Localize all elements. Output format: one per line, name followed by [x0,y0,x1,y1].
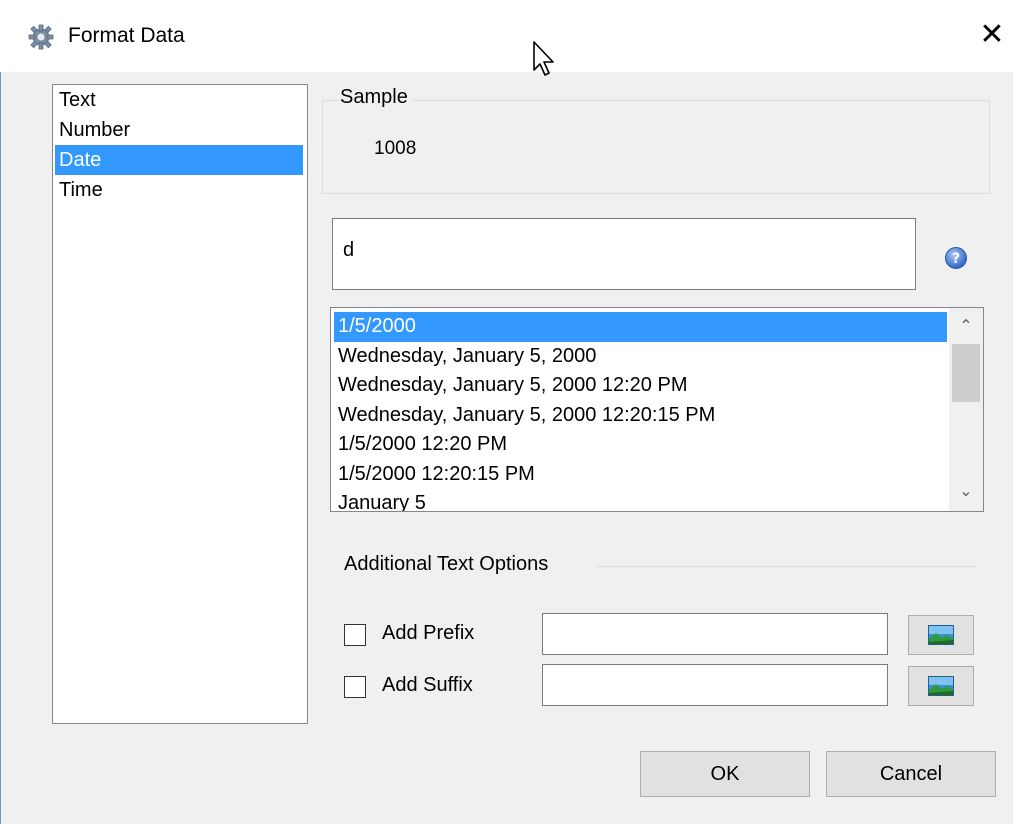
format-item[interactable]: January 5 [331,489,983,511]
gear-icon [28,24,54,50]
category-item-number[interactable]: Number [53,115,307,145]
svg-text:?: ? [952,251,960,267]
question-mark-icon[interactable]: ? [944,246,968,270]
category-item-text[interactable]: Text [53,85,307,115]
category-item-date[interactable]: Date [55,145,303,175]
format-list-scrollbar[interactable]: ⌃ ⌄ [949,308,983,511]
category-list[interactable]: Text Number Date Time [52,84,308,724]
scroll-thumb[interactable] [952,344,980,402]
add-suffix-label[interactable]: Add Suffix [382,674,473,697]
format-item[interactable]: Wednesday, January 5, 2000 12:20 PM [331,371,983,401]
scroll-down-icon[interactable]: ⌄ [949,475,983,509]
mouse-cursor-icon [533,41,554,76]
add-prefix-label[interactable]: Add Prefix [382,622,474,645]
category-item-time[interactable]: Time [53,175,307,205]
format-list[interactable]: 1/5/2000 Wednesday, January 5, 2000 Wedn… [330,307,984,512]
image-icon [928,676,954,696]
add-prefix-checkbox[interactable] [344,624,366,646]
scroll-up-icon[interactable]: ⌃ [949,310,983,344]
sample-legend: Sample [340,86,412,109]
format-item[interactable]: 1/5/2000 12:20:15 PM [331,460,983,490]
divider [596,566,976,567]
format-item[interactable]: 1/5/2000 [334,312,947,342]
format-string-input[interactable]: d [332,218,916,290]
suffix-image-button[interactable] [908,666,974,706]
additional-options-heading: Additional Text Options [344,553,549,575]
window-border [0,0,1,824]
sample-group-box [322,100,990,194]
window-title: Format Data [68,24,185,47]
prefix-image-button[interactable] [908,615,974,655]
cancel-button[interactable]: Cancel [826,751,996,797]
ok-button[interactable]: OK [640,751,810,797]
add-suffix-checkbox[interactable] [344,676,366,698]
prefix-input[interactable] [542,613,888,655]
sample-value: 1008 [374,138,417,159]
close-button[interactable]: ✕ [972,16,1012,56]
format-item[interactable]: 1/5/2000 12:20 PM [331,430,983,460]
image-icon [928,625,954,645]
suffix-input[interactable] [542,664,888,706]
format-item[interactable]: Wednesday, January 5, 2000 [331,342,983,372]
title-bar: Format Data ✕ [0,0,1013,72]
format-item[interactable]: Wednesday, January 5, 2000 12:20:15 PM [331,401,983,431]
